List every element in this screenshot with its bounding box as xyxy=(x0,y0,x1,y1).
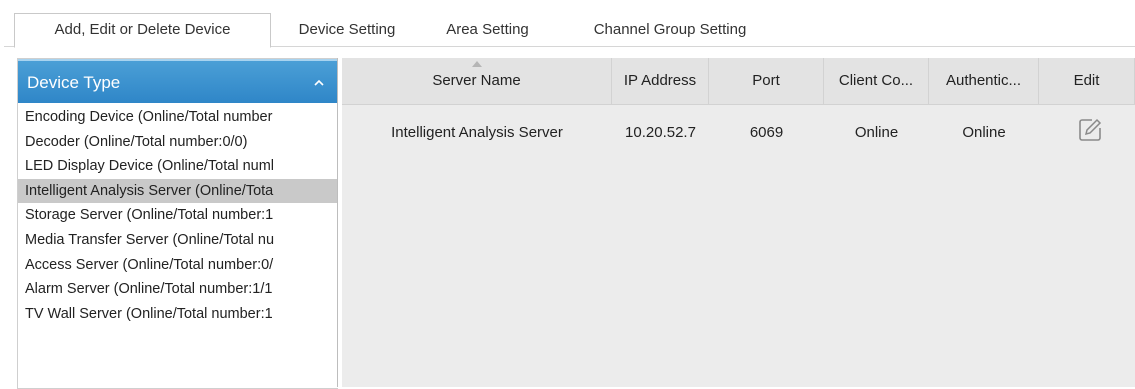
column-header-edit[interactable]: Edit xyxy=(1039,58,1135,104)
device-type-item-intelligent-analysis-server[interactable]: Intelligent Analysis Server (Online/Tota xyxy=(18,178,338,204)
device-type-item-media-transfer-server[interactable]: Media Transfer Server (Online/Total nu xyxy=(18,228,338,253)
device-type-header[interactable]: Device Type xyxy=(18,59,338,103)
tab-device-setting[interactable]: Device Setting xyxy=(287,14,407,46)
tab-add-edit-delete-device[interactable]: Add, Edit or Delete Device xyxy=(14,13,271,48)
column-label-client-connection: Client Co... xyxy=(838,72,914,89)
panel-divider[interactable] xyxy=(337,58,338,387)
column-label-port: Port xyxy=(752,72,780,89)
device-type-item-encoding-device[interactable]: Encoding Device (Online/Total number xyxy=(18,105,338,130)
column-label-authentication: Authentic... xyxy=(945,72,1022,89)
device-type-title: Device Type xyxy=(27,73,121,92)
edit-icon[interactable] xyxy=(1078,118,1102,142)
cell-authentication: Online xyxy=(962,124,1006,141)
device-type-item-alarm-server[interactable]: Alarm Server (Online/Total number:1/1 xyxy=(18,277,338,302)
column-header-authentication[interactable]: Authentic... xyxy=(929,58,1039,104)
tab-bar: Add, Edit or Delete Device Device Settin… xyxy=(4,4,1135,48)
table-header: Server Name IP Address Port Client Co...… xyxy=(342,58,1135,105)
cell-client-connection: Online xyxy=(854,124,899,141)
cell-ip-address: 10.20.52.7 xyxy=(625,124,696,141)
column-label-ip-address: IP Address xyxy=(623,72,697,89)
device-type-item-storage-server[interactable]: Storage Server (Online/Total number:1 xyxy=(18,203,338,228)
cell-port: 6069 xyxy=(749,124,784,141)
column-header-client-connection[interactable]: Client Co... xyxy=(824,58,929,104)
column-label-server-name: Server Name xyxy=(432,72,521,89)
column-label-edit: Edit xyxy=(1073,72,1100,89)
cell-server-name: Intelligent Analysis Server xyxy=(391,124,563,141)
tab-area-setting[interactable]: Area Setting xyxy=(435,14,540,46)
table-row[interactable]: Intelligent Analysis Server 10.20.52.7 6… xyxy=(342,110,1135,156)
device-management-window: Add, Edit or Delete Device Device Settin… xyxy=(4,4,1135,389)
device-type-item-tv-wall-server[interactable]: TV Wall Server (Online/Total number:1 xyxy=(18,302,338,327)
device-type-item-access-server[interactable]: Access Server (Online/Total number:0/ xyxy=(18,253,338,278)
column-header-server-name[interactable]: Server Name xyxy=(342,58,612,104)
device-type-panel: Device Type Encoding Device (Online/Tota… xyxy=(17,58,338,389)
device-type-item-decoder[interactable]: Decoder (Online/Total number:0/0) xyxy=(18,130,338,155)
column-header-ip-address[interactable]: IP Address xyxy=(612,58,709,104)
server-table: Server Name IP Address Port Client Co...… xyxy=(342,58,1135,387)
column-header-port[interactable]: Port xyxy=(709,58,824,104)
sort-ascending-icon xyxy=(472,61,482,67)
tab-channel-group-setting[interactable]: Channel Group Setting xyxy=(575,14,765,46)
chevron-up-icon[interactable] xyxy=(312,76,326,90)
device-type-item-led-display-device[interactable]: LED Display Device (Online/Total numl xyxy=(18,154,338,179)
device-type-list: Encoding Device (Online/Total number Dec… xyxy=(18,105,338,326)
